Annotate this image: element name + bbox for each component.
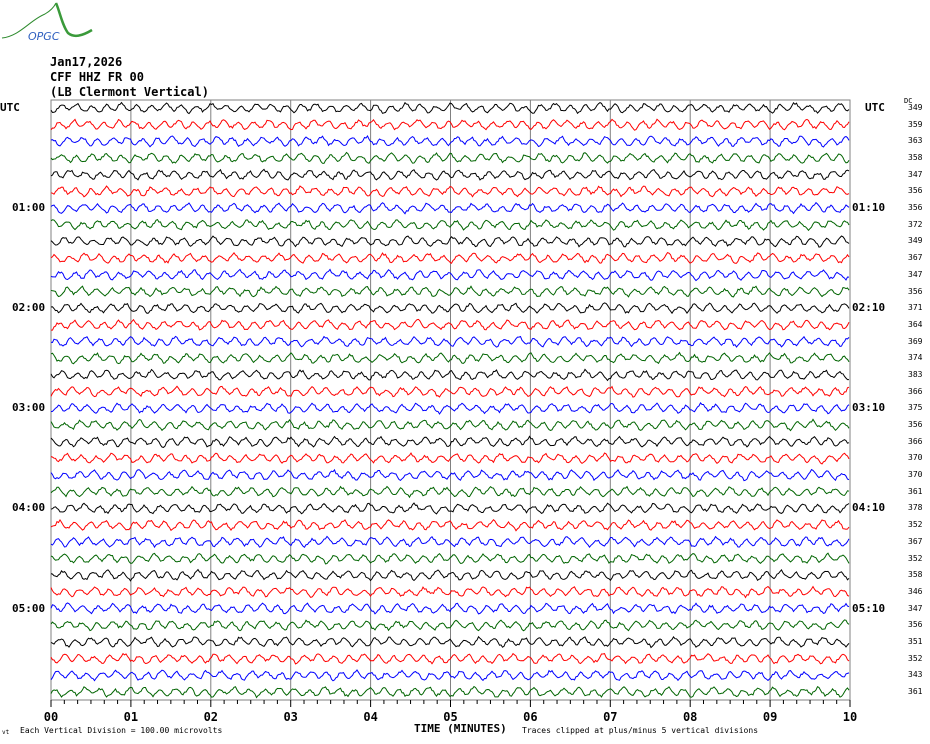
dc-offset-label: 383 [908, 369, 923, 379]
dc-offset-label: 371 [908, 303, 923, 313]
dc-offset-label: 366 [908, 386, 923, 396]
channel-label: CFF HHZ FR 00 [50, 70, 144, 84]
logo-text: OPGC [28, 30, 60, 43]
dc-offset-label: 361 [908, 687, 923, 696]
x-tick-label: 00 [43, 710, 59, 724]
dc-offset-label: 364 [908, 319, 923, 329]
x-tick-label: 06 [523, 710, 538, 724]
x-tick-label: 02 [203, 710, 219, 724]
helicorder-plot: OPGC [1, 2, 851, 707]
x-tick-label: 08 [682, 710, 698, 724]
dc-offset-label: 356 [908, 620, 923, 630]
right-time-label: 02:10 [852, 301, 886, 315]
dc-offset-label: 352 [908, 653, 923, 663]
dc-offset-label: 372 [908, 219, 923, 229]
dc-offset-label: 352 [908, 520, 923, 530]
x-tick-label: 10 [842, 710, 858, 724]
scale-note: Each Vertical Division = 100.00 microvol… [20, 726, 223, 735]
x-axis-title: TIME (MINUTES) [414, 722, 507, 735]
dc-offset-label: 356 [908, 203, 923, 213]
dc-offset-label: 358 [908, 153, 923, 163]
x-tick-label: 09 [762, 710, 778, 724]
left-time-label: 01:00 [12, 201, 46, 215]
right-time-label: 05:10 [852, 601, 886, 615]
x-tick-label: 03 [283, 710, 298, 724]
dc-offset-label: 363 [908, 136, 923, 146]
dc-offset-label: 351 [908, 636, 923, 646]
right-time-label: UTC [865, 101, 885, 114]
dc-offset-label: 352 [908, 553, 923, 563]
dc-offset-label: 347 [908, 169, 923, 179]
dc-offset-label: 378 [908, 503, 923, 513]
left-time-label: 04:00 [12, 501, 46, 515]
right-time-label: 03:10 [852, 401, 886, 415]
dc-offset-label: 369 [908, 336, 923, 346]
clip-note: Traces clipped at plus/minus 5 vertical … [522, 726, 759, 735]
left-time-label: 03:00 [12, 401, 46, 415]
dc-offset-label: 349 [908, 236, 923, 246]
right-time-label: 04:10 [852, 501, 886, 515]
dc-offset-label: 356 [908, 420, 923, 430]
dc-offset-label: 374 [908, 353, 923, 363]
dc-offset-label: 359 [908, 119, 923, 129]
dc-offset-label: 375 [908, 403, 923, 413]
location-label: (LB Clermont Vertical) [50, 85, 209, 99]
left-time-label: 05:00 [12, 601, 46, 615]
dc-offset-label: 370 [908, 453, 923, 463]
dc-offset-label: 366 [908, 436, 923, 446]
dc-offset-label: 358 [908, 570, 923, 580]
dc-offset-label: 347 [908, 269, 923, 279]
left-time-label: 02:00 [12, 301, 46, 315]
dc-offset-label: 370 [908, 470, 923, 480]
corner-mark: vt [2, 729, 10, 736]
x-tick-label: 07 [603, 710, 618, 724]
dc-offset-label: 347 [908, 603, 923, 613]
x-tick-label: 04 [363, 710, 378, 724]
right-time-label: 01:10 [852, 201, 886, 215]
dc-offset-label: 346 [908, 586, 923, 596]
dc-offset-label: 356 [908, 286, 923, 296]
left-time-label: UTC [0, 101, 20, 114]
dc-offset-label: 367 [908, 536, 923, 546]
dc-offset-label: 367 [908, 253, 923, 263]
date-label: Jan17,2026 [50, 55, 123, 69]
dc-label: DC [904, 97, 913, 105]
x-tick-label: 01 [123, 710, 139, 724]
dc-offset-label: 356 [908, 186, 923, 196]
dc-offset-label: 343 [908, 670, 923, 680]
dc-offset-label: 361 [908, 486, 923, 496]
